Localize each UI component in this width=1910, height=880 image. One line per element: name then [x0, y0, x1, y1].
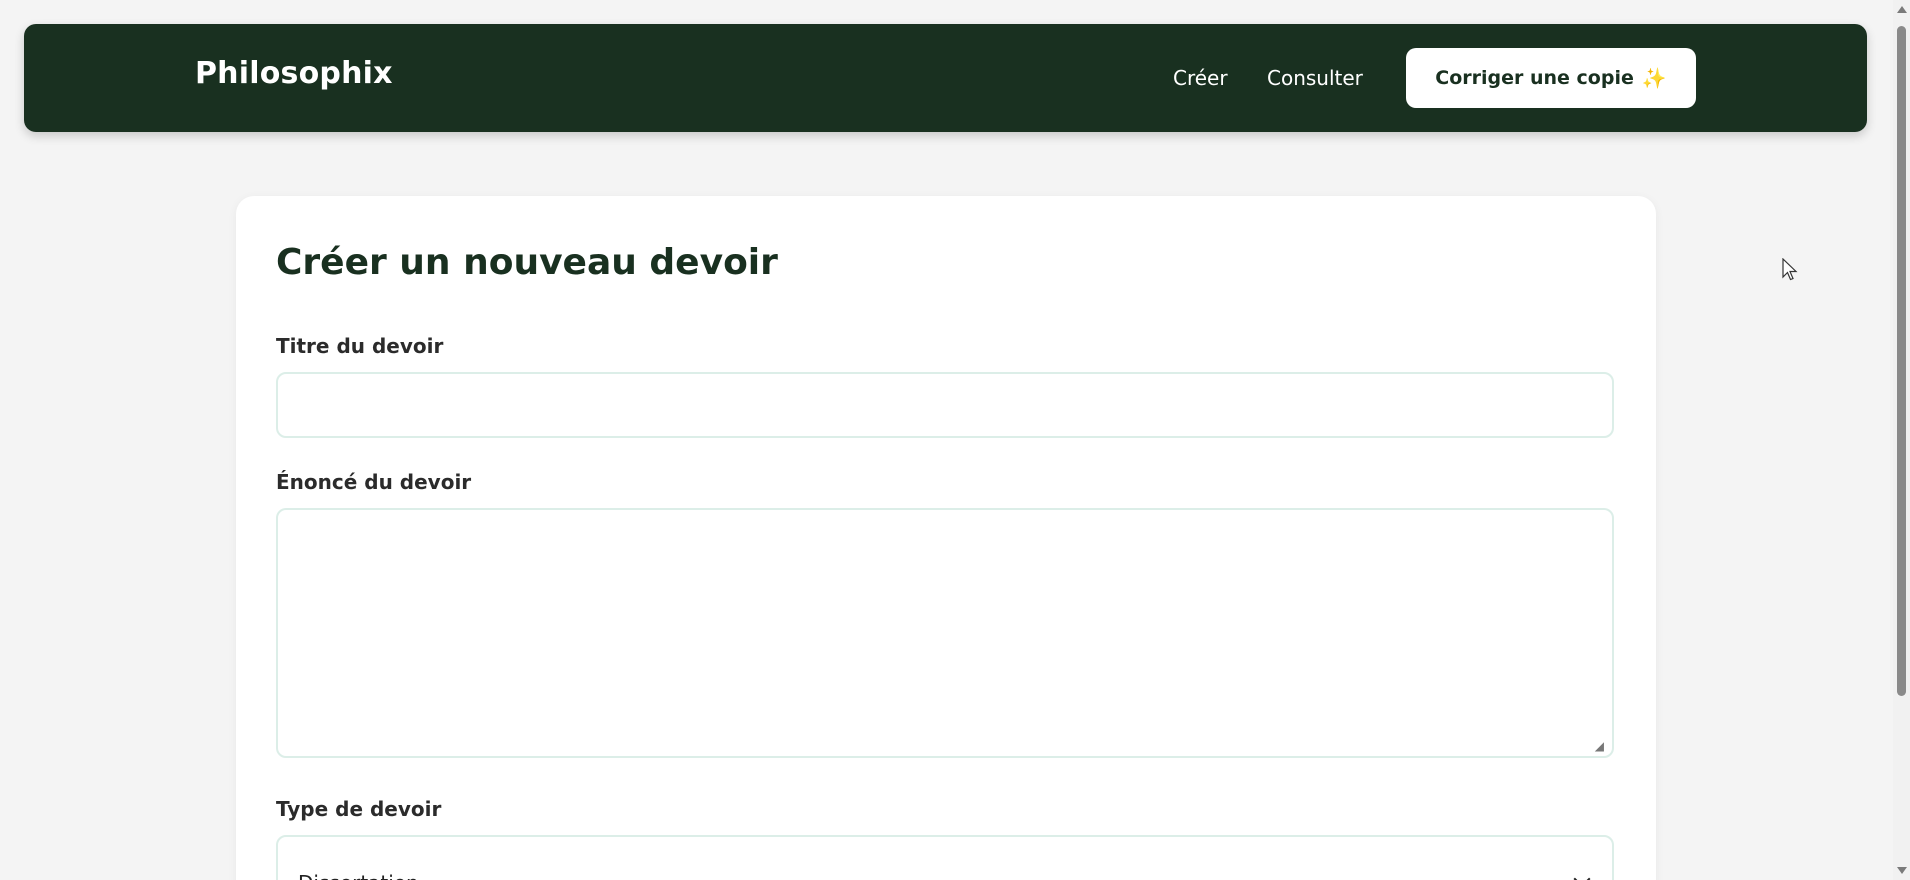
- scroll-up-arrow-icon[interactable]: [1897, 6, 1907, 13]
- type-select[interactable]: Dissertation: [276, 835, 1614, 880]
- corriger-copie-button[interactable]: Corriger une copie ✨: [1406, 48, 1696, 108]
- scroll-down-arrow-icon[interactable]: [1897, 867, 1907, 874]
- brand-logo[interactable]: Philosophix: [195, 56, 393, 91]
- resize-handle-icon[interactable]: ◢: [1595, 740, 1604, 752]
- enonce-label: Énoncé du devoir: [276, 470, 472, 494]
- nav-link-creer[interactable]: Créer: [1173, 66, 1228, 90]
- titre-input[interactable]: [276, 372, 1614, 438]
- enonce-textarea[interactable]: ◢: [276, 508, 1614, 758]
- type-select-value: Dissertation: [298, 871, 419, 880]
- corriger-copie-label: Corriger une copie: [1435, 67, 1634, 89]
- nav-link-consulter[interactable]: Consulter: [1267, 66, 1363, 90]
- titre-label: Titre du devoir: [276, 334, 444, 358]
- mouse-pointer-icon: [1782, 258, 1798, 281]
- page-title: Créer un nouveau devoir: [276, 242, 778, 283]
- sparkles-icon: ✨: [1641, 66, 1667, 90]
- scrollbar[interactable]: [1893, 0, 1910, 880]
- type-label: Type de devoir: [276, 797, 442, 821]
- scrollbar-thumb[interactable]: [1897, 26, 1906, 696]
- create-assignment-card: Créer un nouveau devoir Titre du devoir …: [236, 196, 1656, 880]
- page: Philosophix Créer Consulter Corriger une…: [0, 0, 1910, 880]
- navbar: Philosophix Créer Consulter Corriger une…: [24, 24, 1867, 132]
- chevron-down-icon: [1573, 870, 1591, 880]
